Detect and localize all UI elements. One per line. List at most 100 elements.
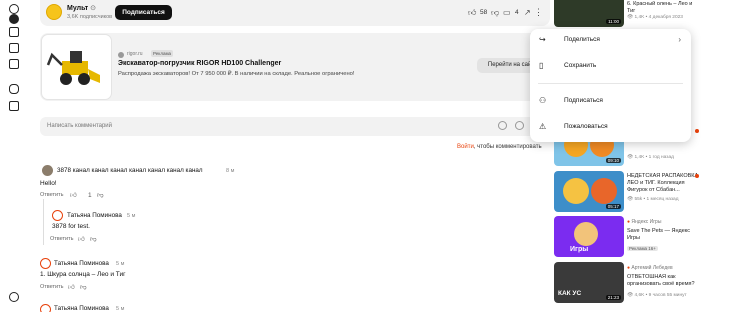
video-thumbnail[interactable]: 11:00 bbox=[554, 0, 624, 27]
chevron-right-icon: › bbox=[678, 35, 681, 44]
info-icon[interactable] bbox=[9, 292, 19, 302]
video-duration: 21:23 bbox=[605, 295, 621, 300]
video-title[interactable]: 6. Красный олень – Лео и Тиг bbox=[627, 1, 702, 15]
comment-input[interactable]: Написать комментарий bbox=[40, 117, 550, 136]
dislike-icon[interactable]: 👎︎ bbox=[80, 283, 87, 291]
warning-icon: ⚠ bbox=[539, 122, 547, 131]
menu-item-subscribe[interactable]: ⚇ Подписаться bbox=[530, 92, 691, 110]
video-title[interactable]: НЕДЕТСКАЯ РАСПАКОВКА ЛЕО и ТИГ. Коллекци… bbox=[627, 173, 702, 194]
subscribe-button[interactable]: Подписаться bbox=[115, 5, 172, 20]
home-icon[interactable] bbox=[9, 4, 19, 14]
menu-label: Пожаловаться bbox=[564, 123, 608, 130]
like-icon[interactable]: 👍︎ bbox=[468, 8, 476, 18]
menu-divider bbox=[538, 83, 683, 84]
share-icon: ↪ bbox=[539, 35, 546, 44]
like-icon[interactable]: 👍︎ bbox=[78, 235, 85, 243]
menu-label: Сохранить bbox=[564, 62, 597, 69]
ad-card[interactable]: rigor.ru Реклама Экскаватор-погрузчик RI… bbox=[40, 33, 550, 101]
emoji-icon[interactable] bbox=[498, 121, 507, 130]
video-meta: 👁︎ 55k • 1 месяц назад bbox=[627, 197, 679, 202]
share-icon[interactable]: ↗ bbox=[524, 8, 531, 17]
ad-overlay-text: Игры bbox=[570, 246, 589, 253]
thumbnail-art bbox=[574, 222, 598, 246]
video-duration: 09:10 bbox=[605, 158, 621, 163]
comment-text: 1. Шкура солнца – Лео и Тиг bbox=[40, 271, 126, 278]
avatar[interactable] bbox=[40, 258, 51, 269]
ad-title[interactable]: Save The Pets — Яндекс Игры bbox=[627, 228, 702, 242]
ad-image[interactable] bbox=[41, 34, 112, 100]
library-icon[interactable] bbox=[9, 101, 19, 111]
comment-like-count: 1 bbox=[88, 192, 92, 199]
thread-line bbox=[43, 199, 44, 245]
video-title[interactable]: ОТВЕТОШНАЯ как организовать своё время? bbox=[627, 274, 702, 288]
dislike-icon[interactable]: 👎︎ bbox=[90, 235, 97, 243]
comment-time: 5 м bbox=[116, 261, 125, 267]
avatar[interactable] bbox=[52, 210, 63, 221]
comment-text: Hello! bbox=[40, 180, 57, 187]
excavator-image bbox=[46, 51, 100, 85]
bookmark-list-icon[interactable] bbox=[9, 43, 19, 53]
ad-thumbnail[interactable]: Игры bbox=[554, 216, 624, 257]
ad-text: Распродажа экскаваторов! От 7 950 000 ₽.… bbox=[118, 71, 355, 77]
video-meta: 👁︎ 1,4K • 1 год назад bbox=[627, 155, 674, 160]
video-duration: 11:00 bbox=[606, 19, 621, 24]
verified-icon: ⊙ bbox=[90, 5, 97, 12]
menu-item-save[interactable]: ▯ Сохранить bbox=[530, 57, 691, 75]
history-icon[interactable] bbox=[9, 59, 19, 69]
games-icon[interactable] bbox=[9, 84, 19, 94]
login-link[interactable]: Войти bbox=[457, 144, 474, 150]
bookmark-icon: ▯ bbox=[539, 61, 544, 70]
comment-time: 5 м bbox=[116, 306, 125, 312]
ad-title[interactable]: Экскаватор-погрузчик RIGOR HD100 Challen… bbox=[118, 60, 281, 67]
channel-avatar[interactable] bbox=[46, 4, 62, 20]
video-duration: 05:17 bbox=[605, 204, 621, 209]
menu-label: Поделиться bbox=[564, 36, 600, 43]
ad-channel[interactable]: ● Яндекс Игры bbox=[627, 219, 661, 225]
comment-author[interactable]: Татьяна Поминова bbox=[54, 305, 109, 312]
reply-button[interactable]: Ответить bbox=[40, 284, 64, 290]
channel-name[interactable]: Мульт ⊙ bbox=[67, 4, 96, 12]
video-meta: 👁︎ 1,4K • 4 декабря 2023 bbox=[627, 15, 683, 20]
video-channel[interactable]: ● Артемий Лебедев bbox=[627, 265, 673, 271]
video-meta: 👁︎ 4,6K • 9 часов 55 минут bbox=[627, 293, 687, 298]
notification-dot bbox=[695, 129, 699, 133]
video-channel-icon[interactable] bbox=[9, 14, 19, 24]
video-thumbnail[interactable]: 05:17 bbox=[554, 171, 624, 212]
comment-author[interactable]: Татьяна Поминова bbox=[54, 260, 109, 267]
notification-dot bbox=[695, 174, 699, 178]
like-icon[interactable]: 👍︎ bbox=[68, 283, 75, 291]
add-user-icon: ⚇ bbox=[539, 96, 547, 105]
reply-button[interactable]: Ответить bbox=[40, 192, 64, 198]
ad-domain: rigor.ru bbox=[127, 51, 143, 57]
video-thumbnail[interactable]: КАК УС 21:23 bbox=[554, 262, 624, 303]
avatar[interactable] bbox=[42, 165, 53, 176]
menu-item-share[interactable]: ↪ Поделиться › bbox=[530, 31, 691, 49]
dislike-icon[interactable]: 👎︎ bbox=[491, 8, 499, 18]
comment-count: 4 bbox=[515, 9, 519, 16]
left-sidebar bbox=[0, 0, 28, 312]
login-suffix: , чтобы комментировать bbox=[473, 144, 542, 150]
like-icon[interactable]: 👍︎ bbox=[70, 191, 77, 199]
avatar[interactable] bbox=[40, 304, 51, 312]
comment-author[interactable]: Татьяна Поминова bbox=[67, 212, 122, 219]
reply-button[interactable]: Ответить bbox=[50, 236, 74, 242]
like-count: 58 bbox=[480, 9, 488, 16]
channel-bar: Мульт ⊙ 3,6K подписчиков Подписаться 👍︎ … bbox=[40, 0, 550, 26]
channel-subscribers: 3,6K подписчиков bbox=[67, 14, 113, 20]
comment-icon[interactable]: ▭ bbox=[503, 8, 511, 17]
menu-label: Подписаться bbox=[564, 97, 603, 104]
menu-item-report[interactable]: ⚠ Пожаловаться bbox=[530, 118, 691, 136]
comment-text: 3878 for test. bbox=[52, 223, 90, 230]
comment-author[interactable]: 3878 канал канал канал канал канал канал… bbox=[57, 167, 203, 174]
thumbnail-overlay-text: КАК УС bbox=[558, 290, 582, 297]
comment-placeholder: Написать комментарий bbox=[47, 123, 113, 129]
subscriptions-icon[interactable] bbox=[9, 27, 19, 37]
comment-time: 5 м bbox=[127, 213, 136, 219]
site-favicon-icon bbox=[118, 52, 124, 58]
ad-badge: Реклама bbox=[151, 50, 174, 57]
sticker-icon[interactable] bbox=[515, 121, 524, 130]
comment-time: 8 м bbox=[226, 168, 235, 174]
dislike-icon[interactable]: 👎︎ bbox=[97, 191, 104, 199]
video-context-menu: ↪ Поделиться › ▯ Сохранить ⚇ Подписаться… bbox=[530, 29, 691, 142]
more-icon[interactable]: ⋮ bbox=[534, 7, 543, 18]
